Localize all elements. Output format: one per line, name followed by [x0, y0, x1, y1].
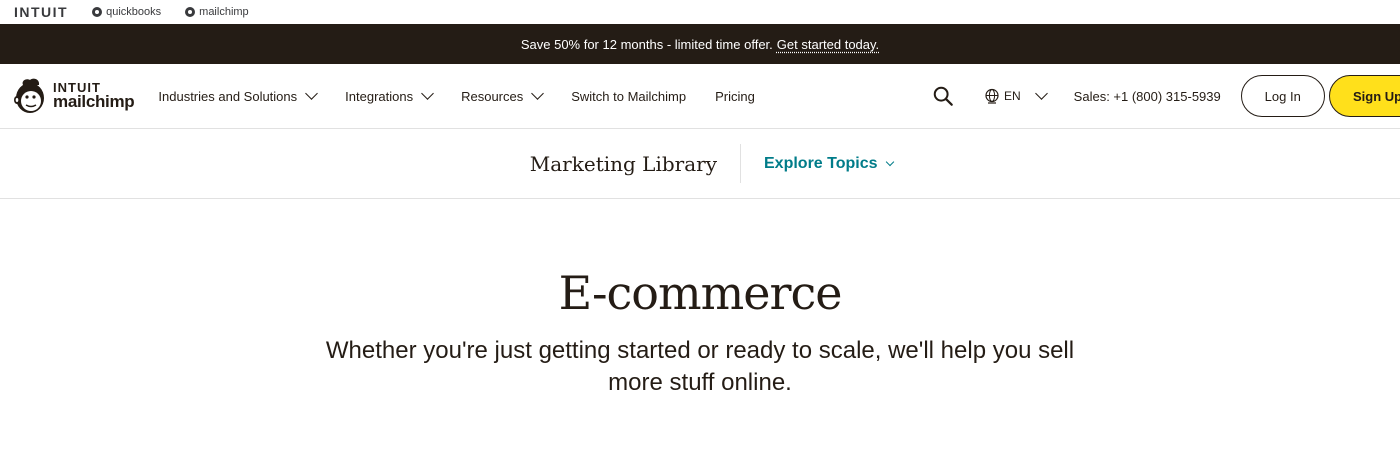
globe-icon: [985, 88, 999, 104]
language-selector[interactable]: EN: [984, 87, 1048, 104]
nav-links: Industries and Solutions Integrations Re…: [158, 87, 783, 104]
promo-banner: Save 50% for 12 months - limited time of…: [0, 24, 1400, 64]
nav-item-pricing[interactable]: Pricing: [715, 89, 755, 104]
page-title: E-commerce: [558, 266, 843, 320]
subnav-divider: [740, 144, 741, 183]
freddie-icon: [14, 78, 44, 113]
nav-item-label: Switch to Mailchimp: [571, 88, 687, 104]
nav-right: EN Sales: +1 (800) 315-5939 Log In: [932, 64, 1325, 128]
chevron-down-icon: [885, 157, 894, 167]
logo-mailchimp-text: mailchimp: [53, 92, 135, 112]
nav-item-integrations[interactable]: Integrations: [345, 87, 434, 104]
promo-link[interactable]: Get started today.: [777, 37, 879, 52]
sales-phone[interactable]: Sales: +1 (800) 315-5939: [1074, 89, 1221, 104]
nav-item-label: Industries and Solutions: [158, 88, 298, 104]
mailchimp-brand-link[interactable]: mailchimp: [185, 6, 249, 18]
mailchimp-label: mailchimp: [199, 6, 249, 18]
signup-button[interactable]: Sign Up: [1329, 75, 1400, 117]
marketing-library-subnav: Marketing Library Explore Topics: [0, 129, 1400, 199]
nav-item-switch-to-mailchimp[interactable]: Switch to Mailchimp: [571, 89, 686, 104]
brand-strip: INTUIT quickbooks mailchimp: [0, 0, 1400, 24]
nav-item-industries-and-solutions[interactable]: Industries and Solutions: [158, 87, 319, 104]
hero-section: E-commerce Whether you're just getting s…: [0, 199, 1400, 399]
chevron-down-icon: [1034, 87, 1048, 100]
chevron-down-icon: [421, 87, 434, 100]
mailchimp-logo-icon: [185, 7, 196, 17]
explore-topics-dropdown[interactable]: Explore Topics: [764, 129, 894, 198]
login-button[interactable]: Log In: [1240, 75, 1325, 117]
page-subtitle: Whether you're just getting started or r…: [325, 337, 1075, 396]
search-icon[interactable]: [932, 85, 954, 107]
intuit-brand-link[interactable]: INTUIT: [14, 4, 68, 20]
nav-item-resources[interactable]: Resources: [461, 87, 545, 104]
marketing-library-title[interactable]: Marketing Library: [530, 129, 717, 198]
mailchimp-logo[interactable]: INTUIT mailchimp: [12, 77, 135, 115]
quickbooks-label: quickbooks: [106, 6, 162, 18]
chevron-down-icon: [531, 87, 545, 100]
main-nav: INTUIT mailchimp Industries and Solution…: [0, 64, 1400, 129]
quickbooks-logo-icon: [92, 7, 103, 17]
explore-topics-label: Explore Topics: [764, 154, 878, 172]
chevron-down-icon: [305, 87, 319, 100]
language-label: EN: [1004, 89, 1021, 103]
nav-item-label: Pricing: [715, 88, 755, 104]
quickbooks-brand-link[interactable]: quickbooks: [92, 6, 161, 18]
nav-item-label: Integrations: [345, 88, 414, 104]
promo-text: Save 50% for 12 months - limited time of…: [520, 36, 773, 52]
nav-item-label: Resources: [461, 88, 524, 104]
logo-wordmark: INTUIT mailchimp: [53, 81, 135, 112]
